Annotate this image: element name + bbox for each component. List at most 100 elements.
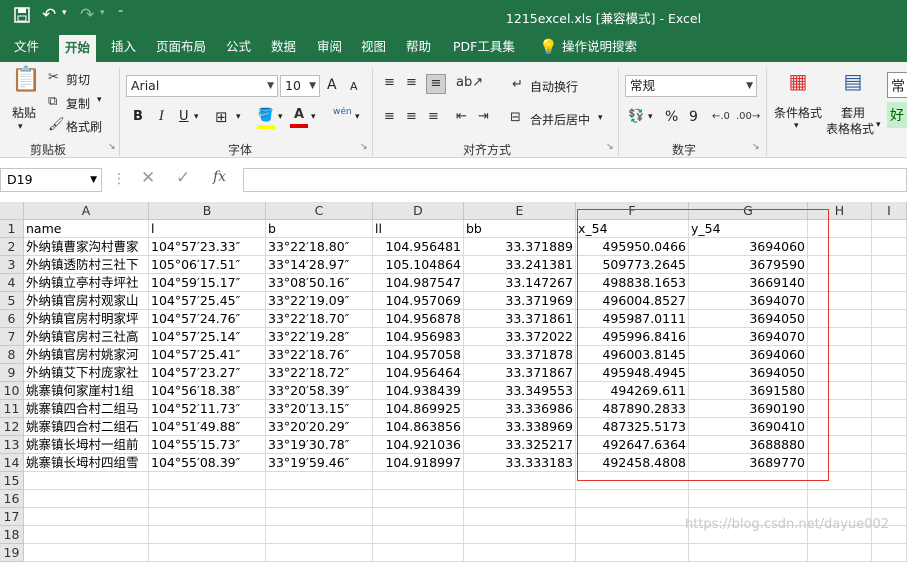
paste-icon[interactable]: 📋 — [10, 67, 42, 102]
cell[interactable] — [266, 508, 373, 526]
tell-me-search[interactable]: 操作说明搜索 — [556, 32, 643, 62]
format-as-table-label[interactable]: 表格格式 — [826, 120, 874, 137]
cell[interactable]: 姚寨镇何家崖村1组 — [24, 382, 149, 400]
cell[interactable] — [576, 508, 689, 526]
cell[interactable]: 104°55′08.39″ — [149, 454, 266, 472]
copy-button[interactable]: 复制 — [66, 95, 90, 112]
cell[interactable] — [808, 490, 872, 508]
decrease-indent-icon[interactable]: ⇤ — [456, 108, 467, 126]
conditional-formatting-button[interactable]: 条件格式 — [774, 104, 822, 121]
cell[interactable]: 外纳镇曹家沟村曹家 — [24, 238, 149, 256]
phonetic-dropdown-icon[interactable]: ▾ — [355, 112, 360, 122]
cell[interactable] — [872, 274, 907, 292]
cell[interactable] — [576, 544, 689, 562]
cell[interactable]: 104°52′11.73″ — [149, 400, 266, 418]
cell[interactable] — [872, 472, 907, 490]
cell[interactable] — [808, 544, 872, 562]
column-header[interactable]: A — [24, 202, 149, 220]
cell[interactable]: 105°06′17.51″ — [149, 256, 266, 274]
column-header[interactable]: D — [373, 202, 464, 220]
cell[interactable]: 姚寨镇四合村二组石 — [24, 418, 149, 436]
row-header[interactable]: 12 — [0, 418, 24, 436]
paste-button[interactable]: 粘贴 — [12, 104, 36, 121]
tab-formulas[interactable]: 公式 — [220, 32, 257, 62]
cell[interactable] — [872, 400, 907, 418]
table-dropdown-icon[interactable]: ▾ — [876, 120, 881, 130]
cell[interactable] — [689, 490, 808, 508]
cell[interactable]: 105.104864 — [373, 256, 464, 274]
cell[interactable]: 33.336986 — [464, 400, 576, 418]
cell[interactable]: 104°56′18.38″ — [149, 382, 266, 400]
cell[interactable]: 外纳镇官房村观家山 — [24, 292, 149, 310]
copy-dropdown-icon[interactable]: ▾ — [97, 95, 102, 105]
cell[interactable] — [149, 490, 266, 508]
cut-icon[interactable]: ✂ — [48, 69, 59, 87]
cell[interactable]: 104.938439 — [373, 382, 464, 400]
row-header[interactable]: 14 — [0, 454, 24, 472]
cell[interactable]: ll — [373, 220, 464, 238]
borders-dropdown-icon[interactable]: ▾ — [236, 112, 241, 122]
row-header[interactable]: 19 — [0, 544, 24, 562]
cell[interactable] — [872, 346, 907, 364]
font-name-select[interactable]: Arial ▼ — [126, 75, 278, 97]
cell[interactable]: 104.956481 — [373, 238, 464, 256]
row-header[interactable]: 2 — [0, 238, 24, 256]
comma-style-button[interactable]: 9 — [689, 109, 698, 125]
align-left-icon[interactable]: ≡ — [384, 108, 395, 126]
accounting-format-icon[interactable]: 💱 — [628, 108, 644, 126]
cell[interactable]: l — [149, 220, 266, 238]
cell[interactable] — [872, 256, 907, 274]
format-painter-icon[interactable]: 🖌 — [48, 116, 65, 134]
underline-button[interactable]: U — [179, 109, 189, 124]
copy-icon[interactable]: ⧉ — [48, 93, 57, 111]
row-header[interactable]: 11 — [0, 400, 24, 418]
cancel-icon[interactable]: ✕ — [141, 168, 155, 188]
cell[interactable]: 33°08′50.16″ — [266, 274, 373, 292]
tab-home[interactable]: 开始 — [59, 35, 97, 62]
cell[interactable]: 104°55′15.73″ — [149, 436, 266, 454]
cell[interactable] — [266, 472, 373, 490]
cell[interactable]: 104.957058 — [373, 346, 464, 364]
cell[interactable] — [266, 544, 373, 562]
cell[interactable]: 104.956983 — [373, 328, 464, 346]
column-header[interactable]: B — [149, 202, 266, 220]
cell[interactable]: 104.921036 — [373, 436, 464, 454]
cell[interactable] — [464, 490, 576, 508]
tab-file[interactable]: 文件 — [8, 32, 45, 62]
cell[interactable]: 104°57′25.41″ — [149, 346, 266, 364]
conditional-formatting-icon[interactable]: ▦ — [785, 71, 811, 98]
cell[interactable]: 33.372022 — [464, 328, 576, 346]
cell[interactable] — [872, 382, 907, 400]
row-header[interactable]: 5 — [0, 292, 24, 310]
cell[interactable]: 33.241381 — [464, 256, 576, 274]
cell[interactable] — [872, 220, 907, 238]
cell[interactable]: 33°20′20.29″ — [266, 418, 373, 436]
cell[interactable]: 104.987547 — [373, 274, 464, 292]
row-header[interactable]: 1 — [0, 220, 24, 238]
cell[interactable]: 104°57′23.33″ — [149, 238, 266, 256]
merge-center-button[interactable]: 合并后居中 — [530, 111, 590, 128]
orientation-icon[interactable]: ab↗ — [456, 74, 483, 92]
conditional-dropdown-icon[interactable]: ▾ — [794, 121, 799, 131]
cell[interactable]: 33.371867 — [464, 364, 576, 382]
row-header[interactable]: 15 — [0, 472, 24, 490]
number-format-select[interactable]: 常规 ▼ — [625, 75, 757, 97]
cell[interactable] — [24, 508, 149, 526]
cell[interactable] — [464, 544, 576, 562]
row-header[interactable]: 10 — [0, 382, 24, 400]
decrease-font-icon[interactable]: A — [350, 80, 358, 93]
cell[interactable]: 33°19′30.78″ — [266, 436, 373, 454]
cell[interactable]: 104°51′49.88″ — [149, 418, 266, 436]
cell[interactable] — [872, 238, 907, 256]
formula-input[interactable] — [243, 168, 907, 192]
cell[interactable]: 104.957069 — [373, 292, 464, 310]
cell[interactable]: 104.956878 — [373, 310, 464, 328]
cell[interactable]: 104.869925 — [373, 400, 464, 418]
cell[interactable] — [149, 508, 266, 526]
cell[interactable] — [872, 364, 907, 382]
cell[interactable]: 33°22′19.28″ — [266, 328, 373, 346]
cell[interactable]: 33.333183 — [464, 454, 576, 472]
cell[interactable]: 104°57′25.14″ — [149, 328, 266, 346]
merge-center-icon[interactable]: ⊟ — [510, 109, 521, 127]
cell[interactable] — [149, 526, 266, 544]
